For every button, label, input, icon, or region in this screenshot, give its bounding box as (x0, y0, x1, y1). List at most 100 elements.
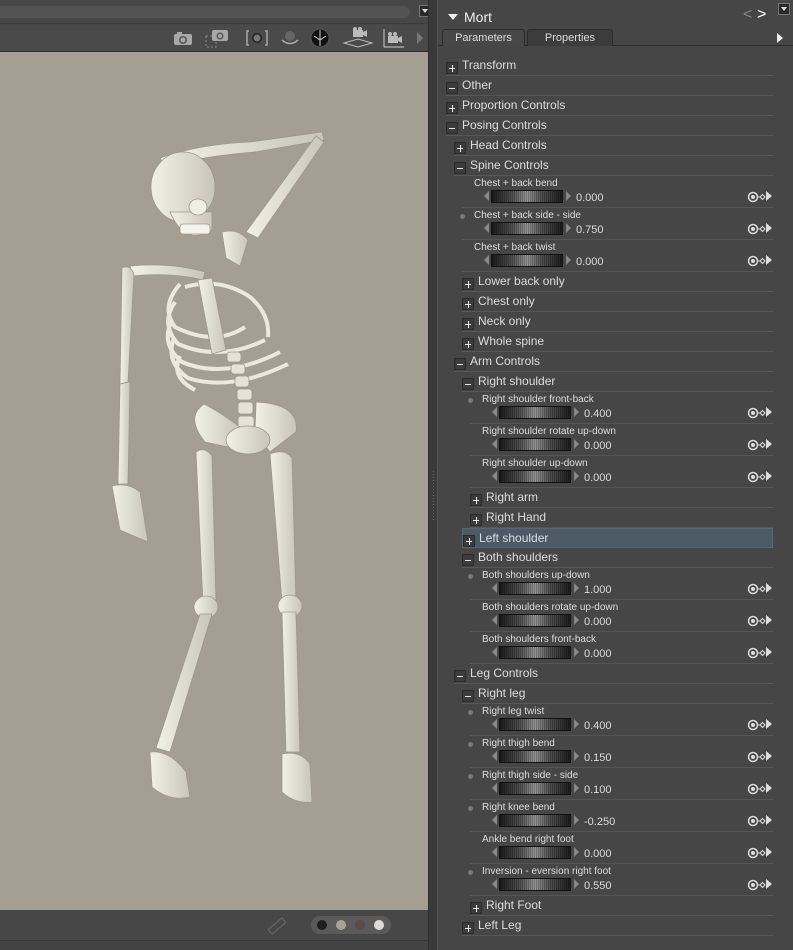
slider-value[interactable]: 0.000 (584, 472, 612, 484)
increment-arrow-icon[interactable] (574, 407, 579, 417)
camera-corner-icon[interactable] (381, 27, 407, 49)
row-menu-arrow-icon[interactable] (766, 255, 772, 265)
value-dial[interactable] (491, 254, 563, 267)
row-menu-arrow-icon[interactable] (766, 879, 772, 889)
row-menu-arrow-icon[interactable] (766, 751, 772, 761)
collapse-minus-icon[interactable] (454, 358, 466, 370)
collapse-minus-icon[interactable] (454, 670, 466, 682)
group-row[interactable]: Head Controls (454, 136, 773, 156)
group-row[interactable]: Right leg (462, 684, 773, 704)
group-row[interactable]: Right Hand (470, 508, 773, 528)
collapse-minus-icon[interactable] (462, 378, 474, 390)
expand-plus-icon[interactable] (462, 338, 474, 350)
expand-plus-icon[interactable] (462, 318, 474, 330)
group-row[interactable]: Left shoulder (462, 528, 773, 548)
collapse-minus-icon[interactable] (462, 554, 474, 566)
slider-value[interactable]: 0.550 (584, 880, 612, 892)
expand-plus-icon[interactable] (463, 535, 475, 547)
slider-value[interactable]: 0.000 (584, 848, 612, 860)
group-row[interactable]: Leg Controls (454, 664, 773, 684)
keyframe-icon[interactable] (747, 406, 767, 419)
row-menu-arrow-icon[interactable] (766, 191, 772, 201)
increment-arrow-icon[interactable] (574, 439, 579, 449)
value-dial[interactable] (499, 438, 571, 451)
slider-value[interactable]: -0.250 (584, 816, 615, 828)
decrement-arrow-icon[interactable] (492, 879, 497, 889)
increment-arrow-icon[interactable] (566, 191, 571, 201)
group-row[interactable]: Neck only (462, 312, 773, 332)
expand-plus-icon[interactable] (470, 514, 482, 526)
value-dial[interactable] (499, 406, 571, 419)
decrement-arrow-icon[interactable] (484, 255, 489, 265)
group-row[interactable]: Right arm (470, 488, 773, 508)
decrement-arrow-icon[interactable] (492, 719, 497, 729)
group-row[interactable]: Left Leg (462, 916, 773, 936)
row-menu-arrow-icon[interactable] (766, 783, 772, 793)
decrement-arrow-icon[interactable] (492, 847, 497, 857)
panel-splitter[interactable] (428, 0, 438, 950)
slider-value[interactable]: 0.150 (584, 752, 612, 764)
value-dial[interactable] (491, 190, 563, 203)
value-dial[interactable] (499, 582, 571, 595)
decrement-arrow-icon[interactable] (492, 583, 497, 593)
increment-arrow-icon[interactable] (566, 255, 571, 265)
increment-arrow-icon[interactable] (574, 615, 579, 625)
increment-arrow-icon[interactable] (574, 815, 579, 825)
value-dial[interactable] (499, 750, 571, 763)
expand-plus-icon[interactable] (446, 62, 458, 74)
sphere-icon[interactable] (307, 27, 333, 49)
increment-arrow-icon[interactable] (574, 783, 579, 793)
value-dial[interactable] (499, 718, 571, 731)
row-menu-arrow-icon[interactable] (766, 439, 772, 449)
increment-arrow-icon[interactable] (574, 583, 579, 593)
keyframe-icon[interactable] (747, 782, 767, 795)
orbit-icon[interactable] (277, 27, 303, 49)
expand-plus-icon[interactable] (462, 298, 474, 310)
group-row[interactable]: Other (446, 76, 773, 96)
camera-frame-icon[interactable] (205, 27, 231, 49)
expand-plus-icon[interactable] (454, 142, 466, 154)
value-dial[interactable] (499, 470, 571, 483)
keyframe-icon[interactable] (747, 750, 767, 763)
camera-icon[interactable] (170, 27, 196, 49)
group-row[interactable]: Right shoulder (462, 372, 773, 392)
decrement-arrow-icon[interactable] (484, 223, 489, 233)
next-button[interactable]: > (757, 6, 766, 24)
increment-arrow-icon[interactable] (574, 647, 579, 657)
collapse-minus-icon[interactable] (462, 690, 474, 702)
keyframe-icon[interactable] (747, 846, 767, 859)
collapse-minus-icon[interactable] (454, 162, 466, 174)
swatch-2[interactable] (355, 920, 365, 930)
swatch-3[interactable] (374, 920, 384, 930)
slider-value[interactable]: 0.750 (576, 224, 604, 236)
increment-arrow-icon[interactable] (574, 751, 579, 761)
horizontal-scrollbar[interactable] (0, 6, 410, 18)
keyframe-icon[interactable] (747, 646, 767, 659)
slider-value[interactable]: 0.400 (584, 720, 612, 732)
group-row[interactable]: Right Foot (470, 896, 773, 916)
value-dial[interactable] (499, 646, 571, 659)
row-menu-arrow-icon[interactable] (766, 719, 772, 729)
slider-value[interactable]: 0.000 (584, 616, 612, 628)
value-dial[interactable] (499, 846, 571, 859)
decrement-arrow-icon[interactable] (484, 191, 489, 201)
group-row[interactable]: Proportion Controls (446, 96, 773, 116)
decrement-arrow-icon[interactable] (492, 407, 497, 417)
expand-plus-icon[interactable] (470, 494, 482, 506)
expand-plus-icon[interactable] (462, 278, 474, 290)
ruler-icon[interactable] (266, 916, 287, 941)
tab-parameters[interactable]: Parameters (442, 29, 525, 46)
expand-plus-icon[interactable] (470, 902, 482, 914)
frame-camera-icon[interactable] (244, 27, 270, 49)
collapse-minus-icon[interactable] (446, 82, 458, 94)
keyframe-icon[interactable] (747, 718, 767, 731)
increment-arrow-icon[interactable] (574, 471, 579, 481)
group-row[interactable]: Transform (446, 56, 773, 76)
slider-value[interactable]: 0.100 (584, 784, 612, 796)
keyframe-icon[interactable] (747, 438, 767, 451)
slider-value[interactable]: 0.400 (584, 408, 612, 420)
group-row[interactable]: Lower back only (462, 272, 773, 292)
group-row[interactable]: Spine Controls (454, 156, 773, 176)
decrement-arrow-icon[interactable] (492, 647, 497, 657)
decrement-arrow-icon[interactable] (492, 471, 497, 481)
